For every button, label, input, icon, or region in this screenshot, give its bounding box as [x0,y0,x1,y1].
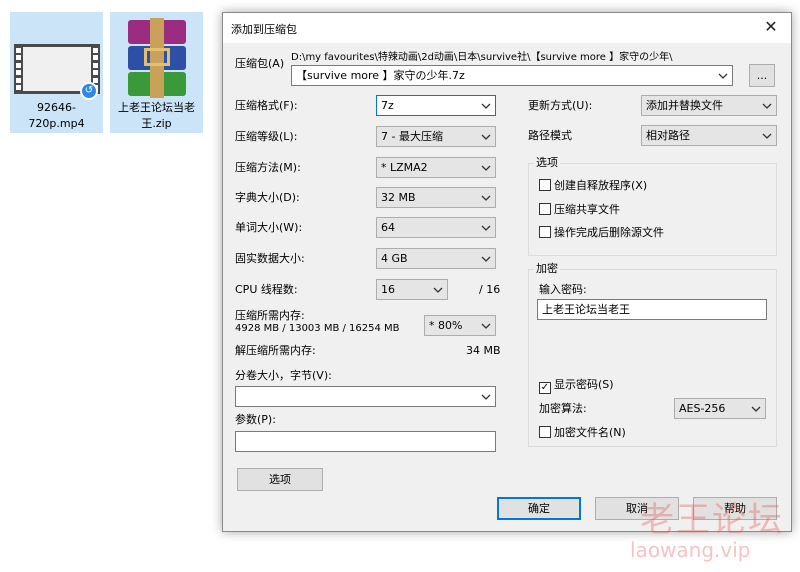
options-button[interactable]: 选项 [237,468,323,491]
level-value: 7 - 最大压缩 [381,130,443,143]
encrypt-names-label: 加密文件名(N) [554,426,626,439]
format-select[interactable]: 7z [376,95,496,116]
check-icon: ✓ [539,382,551,394]
path-mode-label: 路径模式 [528,129,572,142]
shared-label: 压缩共享文件 [554,203,620,216]
mem-decompress-label: 解压缩所需内存: [235,344,316,357]
add-to-archive-dialog: 添加到压缩包 ✕ 压缩包(A) D:\my favourites\特辣动画\2d… [222,12,792,532]
word-size-label: 单词大小(W): [235,221,303,234]
archive-name-value: 【survive more 】家守の少年.7z [296,69,465,82]
update-mode-value: 添加并替换文件 [646,99,723,112]
chevron-down-icon [480,321,492,331]
ok-button[interactable]: 确定 [497,497,581,520]
algorithm-value: AES-256 [679,402,726,415]
title-bar: 添加到压缩包 ✕ [223,13,791,43]
chevron-down-icon [480,132,492,142]
mem-percent-select[interactable]: * 80% [424,315,496,336]
mem-compress-value: 4928 MB / 13003 MB / 16254 MB [235,323,400,334]
word-size-value: 64 [381,221,395,234]
chevron-down-icon [761,131,773,141]
chevron-down-icon [761,101,773,111]
mem-decompress-value: 34 MB [466,344,501,357]
browse-button[interactable]: ... [749,64,775,87]
solid-size-label: 固实数据大小: [235,252,305,265]
chevron-down-icon [480,392,492,402]
solid-size-value: 4 GB [381,252,408,265]
dictionary-value: 32 MB [381,191,416,204]
encrypt-names-checkbox[interactable]: 加密文件名(N) [539,426,626,440]
params-input[interactable] [235,431,496,452]
archive-name-combo[interactable]: 【survive more 】家守の少年.7z [291,65,733,86]
algorithm-select[interactable]: AES-256 [674,398,766,419]
cpu-threads-label: CPU 线程数: [235,283,298,296]
shared-checkbox[interactable]: 压缩共享文件 [539,203,620,217]
method-value: * LZMA2 [381,161,428,174]
chevron-down-icon [480,101,492,111]
format-label: 压缩格式(F): [235,99,298,112]
archive-path: D:\my favourites\特辣动画\2d动画\日本\survive社\【… [291,52,673,63]
delete-source-checkbox[interactable]: 操作完成后删除源文件 [539,226,664,240]
close-icon[interactable]: ✕ [761,17,781,37]
word-size-select[interactable]: 64 [376,217,496,238]
chevron-down-icon [480,254,492,264]
show-password-label: 显示密码(S) [554,378,614,391]
cpu-threads-value: 16 [381,283,395,296]
chevron-down-icon [480,163,492,173]
cpu-threads-select[interactable]: 16 [376,279,448,300]
chevron-down-icon [717,71,729,81]
level-select[interactable]: 7 - 最大压缩 [376,126,496,147]
level-label: 压缩等级(L): [235,130,298,143]
solid-size-select[interactable]: 4 GB [376,248,496,269]
delete-source-label: 操作完成后删除源文件 [554,226,664,239]
chevron-down-icon [432,285,444,295]
update-mode-label: 更新方式(U): [528,99,593,112]
checkbox-icon [539,203,551,215]
sfx-label: 创建自释放程序(X) [554,179,648,192]
password-input[interactable]: 上老王论坛当老王 [537,299,767,320]
file-name: 上老王论坛当老王.zip [118,101,195,130]
chevron-down-icon [480,193,492,203]
archive-label: 压缩包(A) [235,57,285,70]
method-label: 压缩方法(M): [235,161,301,174]
path-mode-select[interactable]: 相对路径 [641,125,777,146]
password-label: 输入密码: [539,283,587,296]
desktop-file-video[interactable]: ↺ 92646-720p.mp4 [10,12,103,133]
checkbox-icon [539,226,551,238]
file-name: 92646-720p.mp4 [28,101,85,130]
format-value: 7z [381,99,394,112]
mem-percent-value: * 80% [429,319,463,332]
split-size-combo[interactable] [235,386,496,407]
dictionary-label: 字典大小(D): [235,191,300,204]
encryption-group-label: 加密 [534,262,560,276]
watermark-text: 老王论坛 [640,500,784,540]
algorithm-label: 加密算法: [539,402,587,415]
winrar-archive-icon [128,18,186,98]
params-label: 参数(P): [235,413,276,426]
checkbox-icon [539,426,551,438]
sync-badge-icon: ↺ [80,82,98,100]
watermark-url: laowang.vip [630,538,751,562]
path-mode-value: 相对路径 [646,129,690,142]
update-mode-select[interactable]: 添加并替换文件 [641,95,777,116]
desktop-file-archive[interactable]: 上老王论坛当老王.zip [110,12,203,133]
dictionary-select[interactable]: 32 MB [376,187,496,208]
chevron-down-icon [480,223,492,233]
mem-compress-label: 压缩所需内存: [235,309,305,322]
options-group-label: 选项 [534,156,560,170]
dialog-title: 添加到压缩包 [231,23,297,36]
sfx-checkbox[interactable]: 创建自释放程序(X) [539,179,647,193]
cpu-threads-total: / 16 [479,283,501,296]
split-size-label: 分卷大小，字节(V): [235,369,332,382]
method-select[interactable]: * LZMA2 [376,157,496,178]
chevron-down-icon [750,404,762,414]
checkbox-icon [539,179,551,191]
show-password-checkbox[interactable]: ✓ 显示密码(S) [539,378,614,394]
